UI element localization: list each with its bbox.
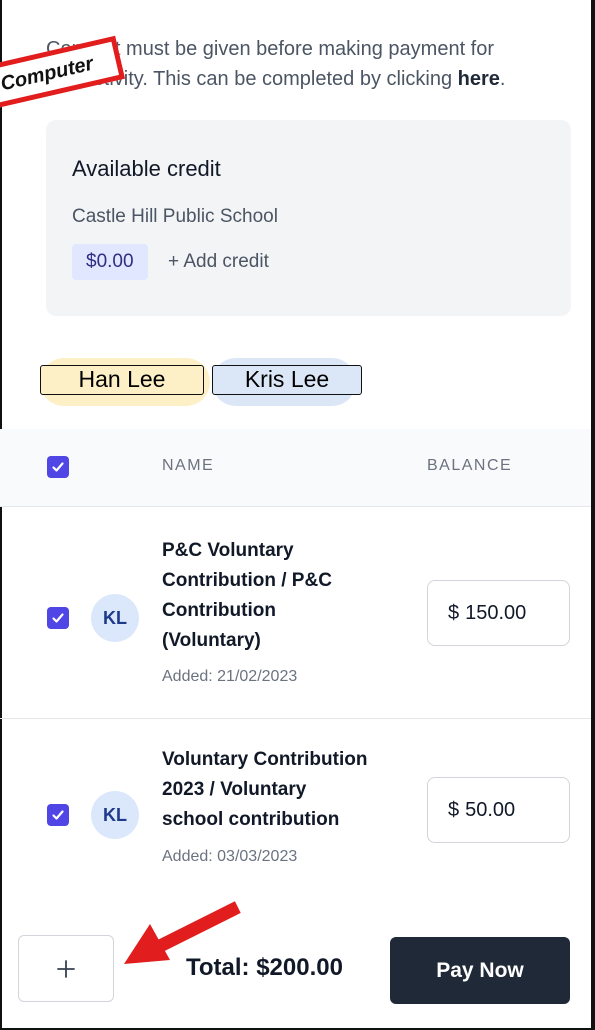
credit-title: Available credit [72, 156, 221, 181]
item-name-line: (Voluntary) [162, 630, 261, 651]
column-header-balance: BALANCE [427, 457, 513, 474]
amount-input[interactable]: $ 150.00 [427, 580, 570, 646]
currency-symbol: $ [448, 798, 460, 821]
pay-now-button[interactable]: Pay Now [390, 937, 570, 1004]
row-checkbox[interactable] [47, 607, 69, 629]
avatar: KL [91, 594, 139, 642]
add-credit-link[interactable]: + Add credit [168, 244, 269, 280]
row-checkbox[interactable] [47, 804, 69, 826]
item-name-line: Contribution / P&C [162, 570, 332, 591]
page-frame-right-border [591, 0, 595, 1030]
item-name-line: Voluntary Contribution [162, 749, 368, 770]
item-added-date: Added: 21/02/2023 [162, 668, 298, 685]
avatar: KL [91, 791, 139, 839]
amount-value: 150.00 [465, 601, 527, 624]
currency-symbol: $ [448, 601, 460, 624]
check-icon [52, 462, 64, 472]
student-label-kris[interactable]: Kris Lee [212, 365, 362, 395]
amount-input[interactable]: $ 50.00 [427, 777, 570, 843]
check-icon [52, 810, 64, 820]
plus-icon [57, 959, 75, 978]
available-credit-card: Available credit Castle Hill Public Scho… [46, 120, 571, 316]
item-name-line: Contribution [162, 600, 276, 621]
table-row: KL Voluntary Contribution 2023 / Volunta… [0, 720, 591, 902]
item-name-line: P&C Voluntary [162, 540, 294, 561]
consent-message: Consent must be given before making paym… [46, 34, 586, 94]
item-name: P&C Voluntary Contribution / P&C Contrib… [162, 536, 332, 656]
consent-link[interactable]: here [458, 68, 500, 90]
check-icon [52, 613, 64, 623]
consent-line-2-end: . [499, 68, 506, 90]
student-label-han[interactable]: Han Lee [40, 365, 204, 395]
credit-school-name: Castle Hill Public School [72, 206, 278, 227]
table-row: KL P&C Voluntary Contribution / P&C Cont… [0, 508, 591, 719]
credit-amount-badge: $0.00 [72, 244, 148, 280]
item-added-date: Added: 03/03/2023 [162, 848, 298, 865]
amount-value: 50.00 [465, 798, 516, 821]
column-header-name: NAME [162, 457, 215, 474]
item-name-line: school contribution [162, 809, 340, 830]
table-header: NAME BALANCE [0, 429, 591, 507]
item-name: Voluntary Contribution 2023 / Voluntary … [162, 745, 367, 835]
annotation-arrow-icon [124, 901, 241, 964]
item-name-line: 2023 / Voluntary [162, 779, 307, 800]
add-item-button[interactable] [18, 935, 114, 1002]
select-all-checkbox[interactable] [47, 456, 69, 478]
